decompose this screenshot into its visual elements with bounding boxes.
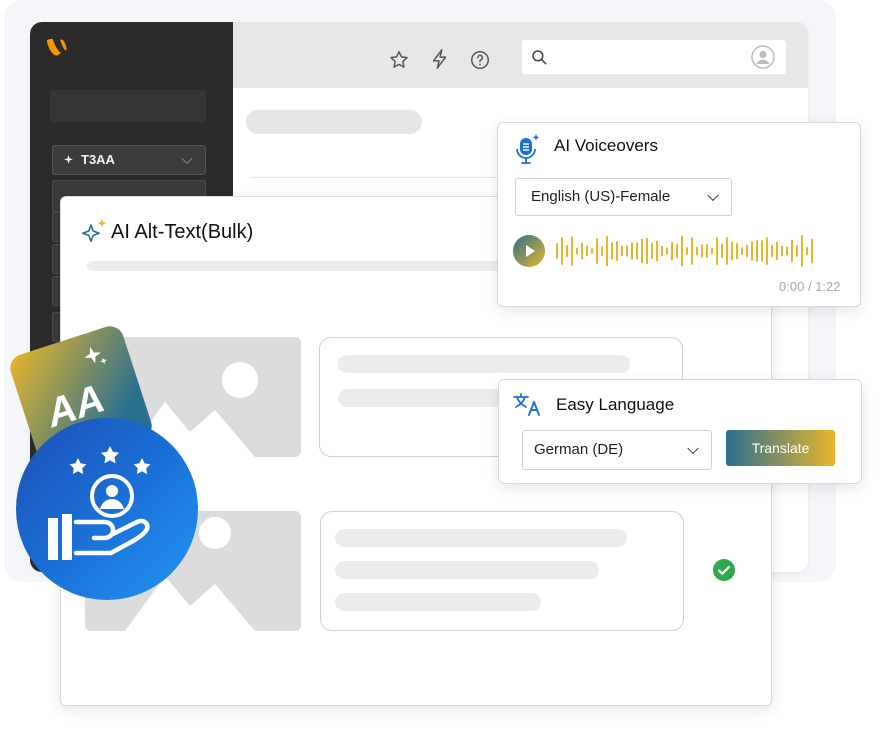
ai-voiceovers-card: AI Voiceovers English (US)-Female 0:00 /… bbox=[497, 122, 861, 307]
waveform-bar bbox=[716, 236, 718, 266]
time-current: 0:00 bbox=[779, 279, 805, 294]
waveform-bar bbox=[681, 235, 683, 267]
waveform-bar bbox=[701, 244, 703, 258]
waveform-bar bbox=[661, 245, 663, 257]
waveform-bar bbox=[786, 246, 788, 256]
lightning-icon[interactable] bbox=[429, 47, 451, 71]
waveform-bar bbox=[586, 245, 588, 257]
waveform-bar bbox=[651, 242, 653, 260]
waveform-bar bbox=[796, 245, 798, 257]
waveform-bar bbox=[726, 236, 728, 266]
waveform-bar bbox=[696, 246, 698, 256]
waveform-bar bbox=[596, 238, 598, 264]
waveform-bar bbox=[771, 244, 773, 258]
microphone-ai-icon bbox=[516, 134, 540, 164]
sparkle-icon bbox=[64, 155, 73, 164]
waveform-bar bbox=[811, 238, 813, 264]
content-placeholder-bar bbox=[246, 110, 422, 134]
voice-select[interactable]: English (US)-Female bbox=[515, 178, 732, 216]
progress-placeholder-bar bbox=[87, 261, 507, 271]
top-toolbar bbox=[233, 22, 808, 88]
audio-timestamp: 0:00 / 1:22 bbox=[779, 279, 841, 294]
waveform-bar bbox=[571, 236, 573, 266]
waveform-bar bbox=[706, 244, 708, 258]
waveform-bar bbox=[601, 246, 603, 256]
waveform-bar bbox=[806, 246, 808, 256]
alt-text-box[interactable] bbox=[320, 511, 684, 631]
waveform-bar bbox=[756, 240, 758, 262]
time-separator: / bbox=[807, 279, 812, 294]
chevron-down-icon bbox=[687, 442, 699, 455]
language-select[interactable]: German (DE) bbox=[522, 430, 712, 470]
waveform-bar bbox=[686, 247, 688, 255]
waveform-bar bbox=[616, 240, 618, 262]
waveform-bar bbox=[666, 247, 668, 255]
waveform-bar bbox=[751, 241, 753, 261]
waveform-bar bbox=[741, 247, 743, 255]
chevron-down-icon bbox=[707, 189, 719, 202]
waveform-bar bbox=[641, 238, 643, 264]
search-icon bbox=[532, 50, 547, 65]
accessibility-badge bbox=[16, 418, 198, 600]
waveform-bar bbox=[791, 239, 793, 263]
waveform-bar bbox=[731, 241, 733, 261]
text-placeholder-line bbox=[338, 355, 630, 373]
waveform-bar bbox=[591, 247, 593, 255]
easy-language-card: Easy Language German (DE) Translate bbox=[498, 379, 862, 484]
waveform-bar bbox=[801, 235, 803, 267]
waveform-bar bbox=[711, 247, 713, 255]
sidebar-search-placeholder bbox=[50, 90, 206, 122]
waveform-bar bbox=[621, 245, 623, 257]
waveform-bar bbox=[766, 236, 768, 266]
panel-title: AI Alt-Text(Bulk) bbox=[111, 221, 254, 243]
waveform-bar bbox=[611, 242, 613, 260]
waveform-bar bbox=[636, 242, 638, 260]
ai-sparkle-icon bbox=[82, 219, 107, 243]
translate-button[interactable]: Translate bbox=[726, 430, 835, 466]
waveform-bar bbox=[646, 237, 648, 265]
text-placeholder-line bbox=[335, 561, 599, 579]
voice-select-value: English (US)-Female bbox=[531, 188, 671, 205]
play-button[interactable] bbox=[513, 235, 545, 267]
waveform-bar bbox=[566, 244, 568, 258]
waveform-bar bbox=[556, 243, 558, 259]
waveform-bar bbox=[746, 244, 748, 258]
waveform-bar bbox=[656, 240, 658, 262]
waveform-bar bbox=[721, 243, 723, 259]
check-success-icon bbox=[713, 559, 735, 581]
waveform-bar bbox=[626, 245, 628, 257]
site-selector-dropdown[interactable]: T3AA bbox=[52, 145, 206, 175]
waveform-bar bbox=[606, 235, 608, 267]
care-hand-icon bbox=[48, 446, 151, 560]
search-bar[interactable] bbox=[522, 40, 786, 74]
waveform-bar bbox=[581, 242, 583, 260]
language-select-value: German (DE) bbox=[534, 441, 624, 458]
waveform-bar bbox=[561, 236, 563, 266]
waveform-bar bbox=[576, 247, 578, 255]
waveform-bar bbox=[761, 240, 763, 262]
typo3-logo-icon[interactable] bbox=[44, 36, 68, 60]
waveform-bar bbox=[781, 245, 783, 257]
waveform-bar bbox=[736, 242, 738, 260]
audio-waveform[interactable] bbox=[556, 231, 818, 271]
waveform-bar bbox=[776, 241, 778, 261]
user-avatar-icon[interactable] bbox=[751, 45, 775, 69]
card-title: AI Voiceovers bbox=[554, 136, 658, 155]
star-icon[interactable] bbox=[388, 49, 410, 71]
sparkle-icon bbox=[84, 346, 107, 365]
translate-icon bbox=[513, 393, 540, 416]
card-title: Easy Language bbox=[556, 395, 675, 414]
waveform-bar bbox=[691, 237, 693, 265]
site-selector-label: T3AA bbox=[81, 152, 115, 167]
waveform-bar bbox=[631, 242, 633, 260]
text-placeholder-line bbox=[335, 529, 627, 547]
help-icon[interactable] bbox=[469, 49, 491, 71]
time-total: 1:22 bbox=[815, 279, 841, 294]
waveform-bar bbox=[671, 241, 673, 261]
waveform-bar bbox=[676, 243, 678, 259]
chevron-down-icon bbox=[181, 152, 193, 165]
text-placeholder-line bbox=[335, 593, 541, 611]
